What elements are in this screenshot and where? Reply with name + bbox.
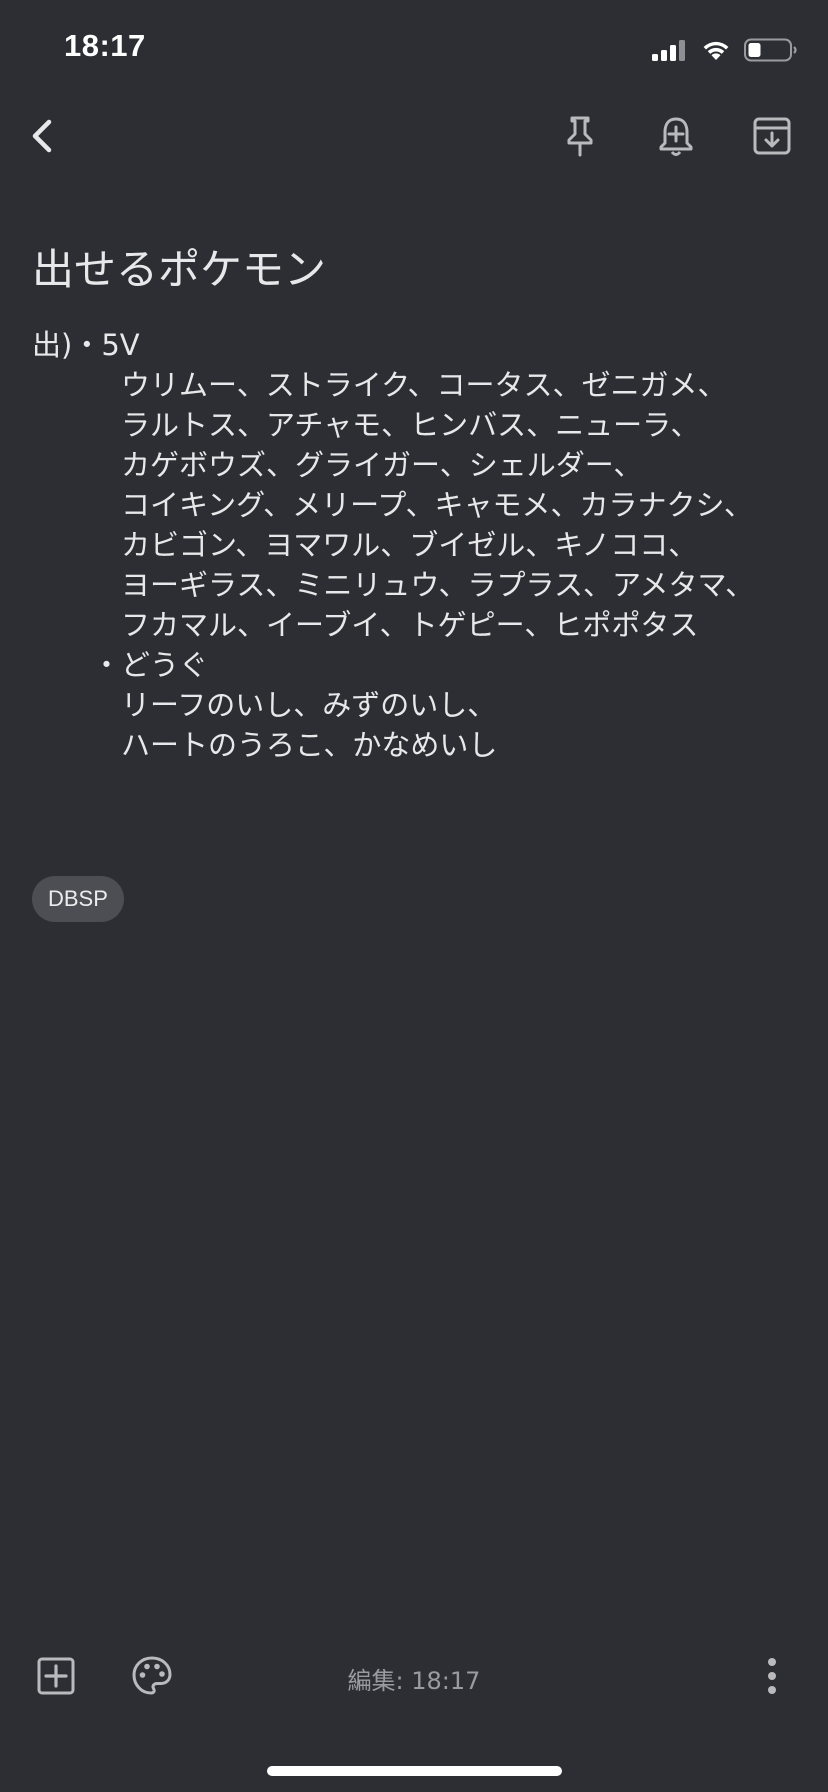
- status-bar: 18:17: [0, 0, 828, 100]
- label-chip[interactable]: DBSP: [32, 876, 124, 922]
- note-line: ラルトス、アチャモ、ヒンバス、ニューラ、: [121, 408, 700, 442]
- note-line: 出)・5V: [32, 328, 140, 362]
- note-line: ヨーギラス、ミニリュウ、ラプラス、アメタマ、: [121, 568, 755, 602]
- wifi-icon: [703, 41, 729, 60]
- note-line: カゲボウズ、グライガー、シェルダー、: [121, 448, 643, 482]
- note-line: ・どうぐ: [92, 648, 209, 682]
- edited-timestamp: 編集: 18:17: [347, 1667, 481, 1695]
- chevron-left-icon: [32, 119, 52, 153]
- note-line: ハートのうろこ、かなめいし: [121, 728, 498, 762]
- note-line: ウリムー、ストライク、コータス、ゼニガメ、: [121, 368, 727, 402]
- note-line: リーフのいし、みずのいし、: [121, 688, 497, 722]
- battery-icon: [744, 38, 797, 62]
- back-button[interactable]: [12, 104, 76, 168]
- note-line: フカマル、イーブイ、トゲピー、ヒポポタス: [121, 608, 699, 642]
- home-indicator[interactable]: [267, 1766, 562, 1776]
- reminder-button[interactable]: [644, 104, 708, 168]
- pin-button[interactable]: [548, 104, 612, 168]
- note-title[interactable]: 出せるポケモン: [32, 236, 326, 297]
- archive-icon: [753, 117, 791, 155]
- pin-icon: [567, 116, 593, 157]
- note-line: コイキング、メリープ、キャモメ、カラナクシ、: [121, 488, 753, 522]
- archive-button[interactable]: [740, 104, 804, 168]
- note-line: カビゴン、ヨマワル、ブイゼル、キノココ、: [121, 528, 698, 562]
- signal-icon: [652, 40, 685, 61]
- bell-plus-icon: [659, 117, 693, 156]
- note-body[interactable]: 出)・5V ウリムー、ストライク、コータス、ゼニガメ、 ラルトス、アチャモ、ヒン…: [32, 325, 812, 765]
- status-time: 18:17: [64, 28, 146, 63]
- status-icons: [652, 34, 798, 66]
